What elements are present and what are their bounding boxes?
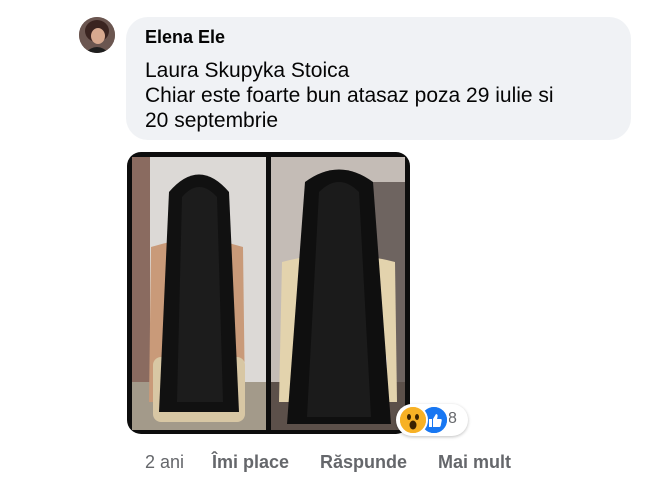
avatar[interactable] <box>79 17 115 53</box>
comment-author[interactable]: Elena Ele <box>145 27 225 48</box>
reactions-summary[interactable]: 8 <box>396 404 468 436</box>
comment-timestamp[interactable]: 2 ani <box>145 452 184 473</box>
reaction-count: 8 <box>448 410 457 427</box>
attached-photo[interactable] <box>127 152 410 434</box>
like-button[interactable]: Îmi place <box>212 452 289 473</box>
comment-text: Laura Skupyka Stoica Chiar este foarte b… <box>145 58 615 133</box>
before-photo <box>132 157 266 430</box>
after-photo <box>271 157 405 430</box>
comment-mention[interactable]: Laura Skupyka Stoica <box>145 58 615 83</box>
avatar-photo <box>79 17 115 53</box>
wow-reaction-icon <box>398 405 428 435</box>
comment-text-line: 20 septembrie <box>145 109 279 132</box>
reply-button[interactable]: Răspunde <box>320 452 407 473</box>
more-button[interactable]: Mai mult <box>438 452 511 473</box>
comment-text-line: Chiar este foarte bun atasaz poza 29 iul… <box>145 84 554 107</box>
